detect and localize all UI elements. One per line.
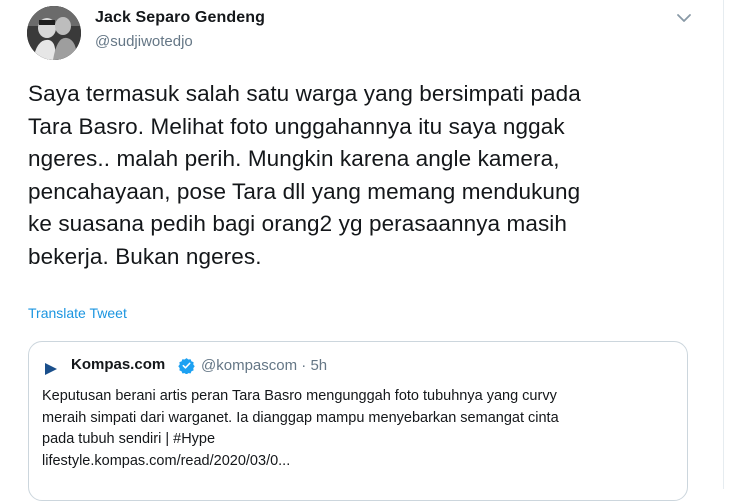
tweet-body-line: bekerja. Bukan ngeres. — [28, 243, 262, 269]
verified-badge-icon — [178, 357, 195, 375]
author-handle[interactable]: @sudjiwotedjo — [95, 33, 193, 50]
tweet-body: Saya termasuk salah satu warga yang bers… — [28, 78, 708, 273]
tweet-body-line: Tara Basro. Melihat foto unggahannya itu… — [28, 113, 565, 139]
quoted-text-line: pada tubuh sendiri | #Hype — [42, 431, 216, 447]
kompas-logo-icon — [42, 360, 60, 378]
quoted-timestamp[interactable]: 5h — [310, 357, 327, 374]
author-avatar[interactable] — [27, 6, 81, 60]
tweet: Jack Separo Gendeng @sudjiwotedjo Saya t… — [0, 0, 722, 501]
quoted-text-line: meraih simpati dari warganet. Ia diangga… — [42, 409, 559, 426]
author-name[interactable]: Jack Separo Gendeng — [95, 9, 265, 27]
tweet-body-line: Saya termasuk salah satu warga yang bers… — [28, 81, 581, 106]
right-column — [724, 0, 745, 489]
meta-separator: · — [301, 357, 307, 374]
quoted-text-line: Keputusan berani artis peran Tara Basro … — [42, 388, 557, 404]
tweet-body-line: ngeres.. malah perih. Mungkin karena ang… — [28, 146, 560, 171]
quoted-tweet[interactable]: Kompas.com @kompascom · 5h Keputusan ber… — [28, 341, 688, 501]
chevron-down-icon[interactable] — [674, 10, 694, 26]
tweet-body-line: pencahayaan, pose Tara dll yang memang m… — [28, 178, 581, 204]
quoted-tweet-text: Keputusan berani artis peran Tara Basro … — [42, 386, 682, 472]
quoted-meta: @kompascom · 5h — [201, 357, 327, 374]
quoted-author-handle[interactable]: @kompascom — [201, 357, 297, 374]
quoted-link[interactable]: lifestyle.kompas.com/read/2020/03/0... — [42, 451, 682, 473]
tweet-body-line: ke suasana pedih bagi orang2 yg perasaan… — [28, 211, 568, 236]
quoted-author-name[interactable]: Kompas.com — [71, 356, 165, 373]
translate-tweet-link[interactable]: Translate Tweet — [28, 305, 127, 321]
